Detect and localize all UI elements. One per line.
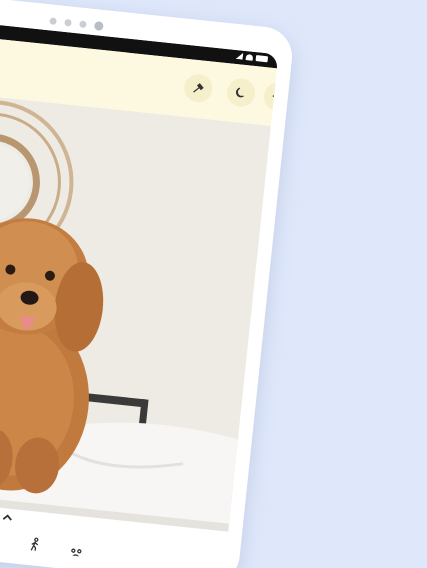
settings-button[interactable]	[262, 81, 279, 112]
speaker-icon	[0, 527, 2, 545]
settings-gear-icon	[272, 91, 279, 102]
speaker-button[interactable]	[0, 524, 6, 548]
tablet-device-frame	[0, 0, 295, 568]
tablet-screen	[0, 5, 279, 568]
sensor-dot	[79, 20, 87, 29]
status-icons	[236, 52, 269, 62]
flashlight-icon	[193, 83, 204, 93]
dog-photo	[0, 76, 271, 524]
chevron-up-icon	[2, 514, 12, 521]
pet-button[interactable]	[64, 542, 88, 566]
night-mode-button[interactable]	[225, 77, 257, 109]
moon-icon	[236, 87, 244, 98]
wifi-icon	[245, 53, 254, 61]
app-store-screenshot	[0, 0, 427, 568]
walking-person-icon	[30, 537, 39, 551]
sensor-dot	[64, 18, 72, 27]
paw-icon	[70, 548, 82, 560]
activity-button[interactable]	[23, 533, 47, 557]
flashlight-button[interactable]	[182, 72, 214, 104]
signal-icon	[236, 52, 244, 60]
sensor-dot	[49, 17, 57, 26]
front-camera	[49, 16, 104, 31]
camera-lens	[93, 21, 104, 31]
live-camera-feed	[0, 76, 271, 532]
battery-icon	[255, 54, 269, 62]
